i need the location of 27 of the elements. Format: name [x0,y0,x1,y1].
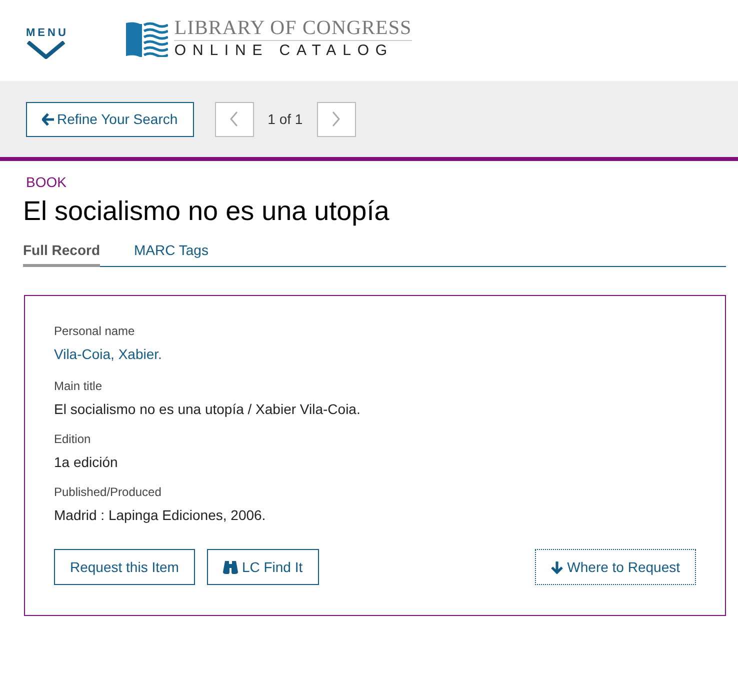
binoculars-icon [222,560,238,574]
record-title: El socialismo no es una utopía [23,196,390,227]
field-label: Edition [54,432,92,446]
arrow-down-icon [551,560,564,574]
record-type-label: BOOK [26,174,68,190]
where-to-request-button[interactable]: Where to Request [535,549,696,585]
logo-subtitle: ONLINE CATALOG [174,42,394,60]
page-counter: 1 of 1 [268,111,303,127]
tab[interactable]: Full Record [23,242,100,267]
chevron-left-icon [229,111,240,127]
field-link[interactable]: Vila-Coia, Xabier. [54,346,162,362]
field-label: Personal name [54,324,136,338]
field-value: 1a edición [54,454,119,470]
find-it-button[interactable]: LC Find It [206,549,319,585]
logo-title: LIBRARY OF CONGRESS [174,18,412,40]
tab[interactable]: MARC Tags [134,242,208,267]
field-value: El socialismo no es una utopía / Xabier Vila-Coia. [54,401,362,417]
field-value: Madrid : Lapinga Ediciones, 2006. [54,507,267,523]
book-logo-icon [126,20,168,56]
request-item-button[interactable]: Request this Item [54,549,195,585]
field-label: Main title [54,379,104,393]
refine-search-button[interactable]: Refine Your Search [26,102,194,136]
arrow-left-icon [42,112,55,126]
chevron-down-icon [27,40,66,58]
chevron-right-icon [331,111,342,127]
menu-button[interactable]: MENU [24,26,68,58]
field-label: Published/Produced [54,485,162,499]
